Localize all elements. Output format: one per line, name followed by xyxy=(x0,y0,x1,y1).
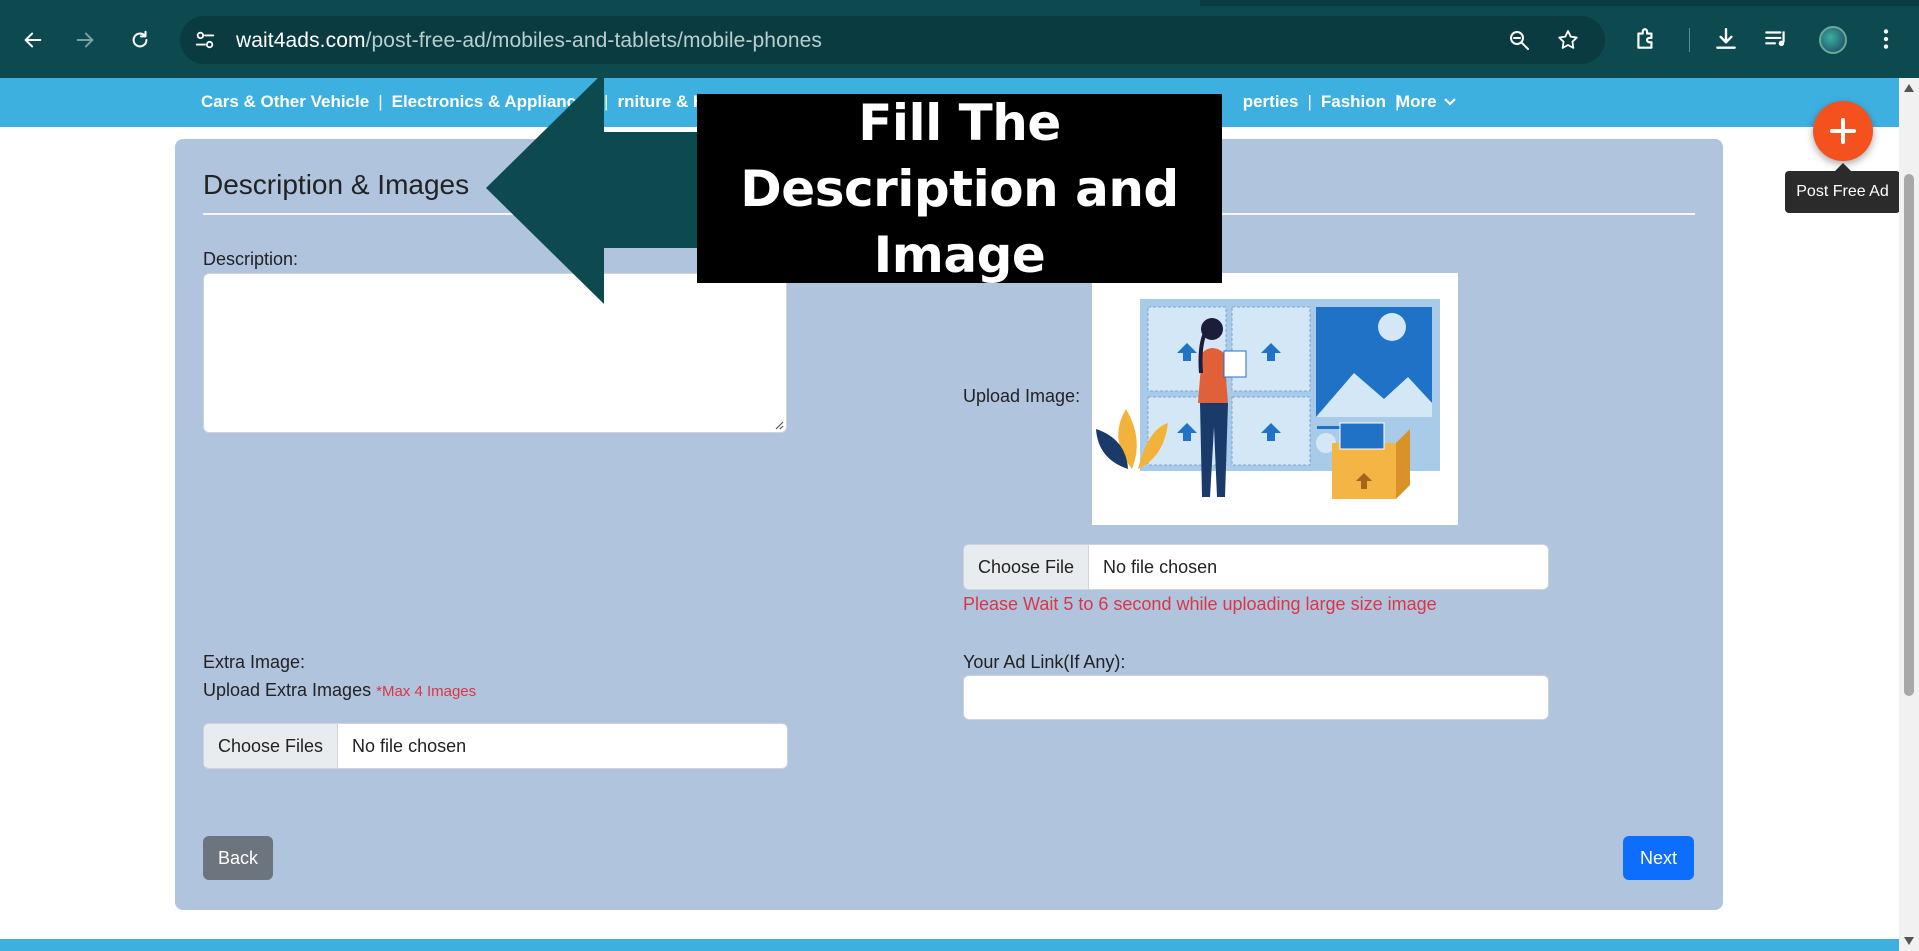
page-scrollbar[interactable] xyxy=(1899,78,1919,951)
forward-button[interactable] xyxy=(67,22,103,58)
media-control-icon[interactable] xyxy=(1763,26,1789,52)
max-images-note: *Max 4 Images xyxy=(376,683,477,700)
scroll-down-arrow-icon[interactable] xyxy=(1904,937,1914,945)
upload-illustration xyxy=(1096,299,1440,499)
upload-image-label: Upload Image: xyxy=(963,386,1081,406)
resize-grip-icon[interactable] xyxy=(774,420,784,430)
category-properties[interactable]: perties xyxy=(1243,92,1299,112)
extra-upload-text: Upload Extra Images xyxy=(203,680,372,700)
category-cars[interactable]: Cars & Other Vehicle xyxy=(201,92,369,112)
extra-images-file-input[interactable]: Choose Files No file chosen xyxy=(203,723,788,769)
browser-toolbar: wait4ads.com/post-free-ad/mobiles-and-ta… xyxy=(0,0,1919,78)
plus-icon xyxy=(1830,118,1856,144)
category-separator: | xyxy=(378,92,383,111)
choose-files-button[interactable]: Choose Files xyxy=(204,724,339,768)
upload-warning-text: Please Wait 5 to 6 second while uploadin… xyxy=(963,594,1437,614)
section-title: Description & Images xyxy=(203,169,470,200)
profile-avatar[interactable] xyxy=(1819,26,1847,54)
instruction-banner: Fill The Description and Image xyxy=(697,94,1222,284)
category-fashion[interactable]: Fashion xyxy=(1321,92,1386,112)
scroll-up-arrow-icon[interactable] xyxy=(1904,84,1914,92)
files-status-text: No file chosen xyxy=(352,735,467,756)
ad-link-label: Your Ad Link(If Any): xyxy=(963,652,1126,672)
category-separator: | xyxy=(1307,92,1312,111)
tab-strip xyxy=(0,0,1919,6)
footer-strip xyxy=(0,939,1899,951)
url-path: /post-free-ad/mobiles-and-tablets/mobile… xyxy=(365,29,823,52)
file-status-text: No file chosen xyxy=(1103,556,1218,577)
active-tab[interactable] xyxy=(0,0,1200,6)
main-image-file-input[interactable]: Choose File No file chosen xyxy=(963,544,1549,590)
upload-illustration-image xyxy=(1092,273,1458,525)
toolbar-separator xyxy=(1689,28,1690,52)
extensions-icon[interactable] xyxy=(1633,26,1659,52)
forward-icon xyxy=(76,32,94,48)
more-label: More xyxy=(1396,92,1437,111)
back-button[interactable]: Back xyxy=(203,836,273,880)
choose-file-button[interactable]: Choose File xyxy=(964,545,1090,589)
address-bar[interactable]: wait4ads.com/post-free-ad/mobiles-and-ta… xyxy=(180,16,1605,64)
extra-image-label: Extra Image: xyxy=(203,652,306,672)
zoom-icon[interactable] xyxy=(1507,28,1531,52)
url-host: wait4ads.com xyxy=(236,29,366,52)
extra-upload-label: Upload Extra Images *Max 4 Images xyxy=(203,680,476,701)
ad-link-input[interactable] xyxy=(963,675,1549,720)
reload-icon xyxy=(132,30,148,48)
url-text[interactable]: wait4ads.com/post-free-ad/mobiles-and-ta… xyxy=(236,29,822,53)
star-icon[interactable] xyxy=(1556,28,1580,52)
reload-button[interactable] xyxy=(122,22,158,58)
chevron-down-icon xyxy=(1444,98,1457,106)
back-button[interactable] xyxy=(15,22,51,58)
menu-icon[interactable] xyxy=(1873,26,1899,52)
download-icon[interactable] xyxy=(1713,26,1739,52)
post-free-ad-fab[interactable] xyxy=(1813,101,1873,161)
back-icon xyxy=(24,32,42,48)
description-label: Description: xyxy=(203,249,299,269)
fab-tooltip: Post Free Ad xyxy=(1785,163,1900,213)
next-button[interactable]: Next xyxy=(1623,836,1694,880)
site-info-icon[interactable] xyxy=(194,29,216,51)
pointer-arrow-graphic xyxy=(486,72,716,304)
scroll-thumb[interactable] xyxy=(1904,174,1914,696)
more-dropdown[interactable]: More xyxy=(1396,92,1457,112)
